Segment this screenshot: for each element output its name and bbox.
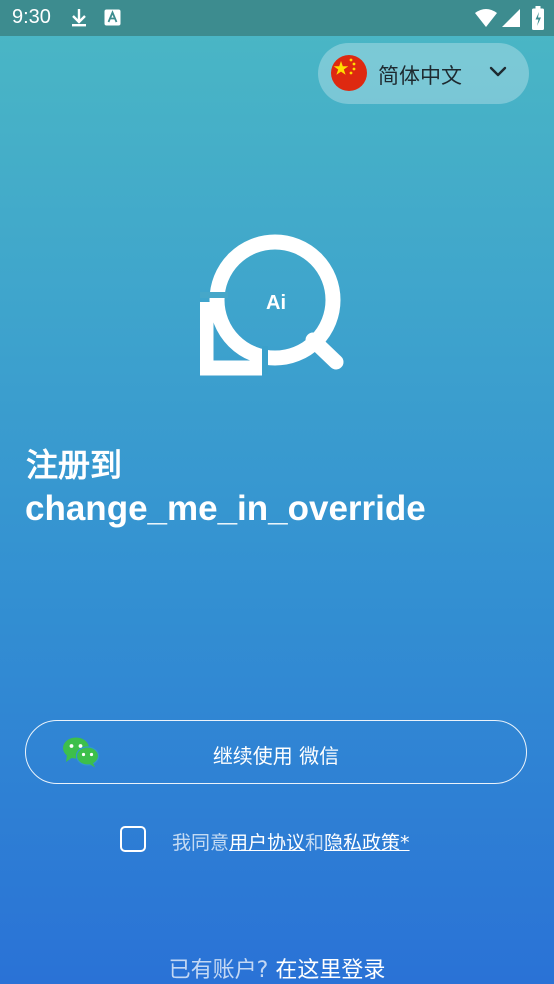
agreement-and: 和	[305, 832, 325, 854]
download-icon	[70, 8, 88, 32]
page-title-prefix: 注册到	[26, 446, 123, 484]
battery-icon	[532, 6, 544, 34]
china-flag-icon	[331, 55, 367, 91]
text-a-icon	[104, 9, 121, 30]
app-logo: Ai	[198, 228, 350, 382]
agree-checkbox[interactable]	[120, 826, 146, 852]
status-time: 9:30	[12, 6, 51, 28]
logo-text: Ai	[266, 292, 286, 314]
agreement-prefix: 我同意	[172, 832, 230, 854]
login-link[interactable]: 在这里登录	[275, 958, 385, 983]
language-selector[interactable]: 简体中文	[318, 43, 529, 104]
page-title-app-name: change_me_in_override	[25, 489, 426, 528]
wechat-button-label: 继续使用 微信	[212, 744, 340, 768]
continue-with-wechat-button[interactable]: 继续使用 微信	[25, 720, 527, 784]
agreement-text: 我同意用户协议和隐私政策*	[172, 828, 410, 855]
login-row: 已有账户? 在这里登录	[0, 952, 554, 984]
language-label: 简体中文	[378, 64, 462, 88]
user-agreement-link[interactable]: 用户协议	[229, 832, 305, 854]
signal-icon	[502, 9, 520, 31]
chevron-down-icon	[488, 62, 508, 86]
status-bar: 9:30	[0, 0, 554, 36]
privacy-policy-link[interactable]: 隐私政策*	[324, 832, 410, 854]
wifi-icon	[475, 9, 497, 31]
login-prompt: 已有账户?	[168, 958, 269, 983]
